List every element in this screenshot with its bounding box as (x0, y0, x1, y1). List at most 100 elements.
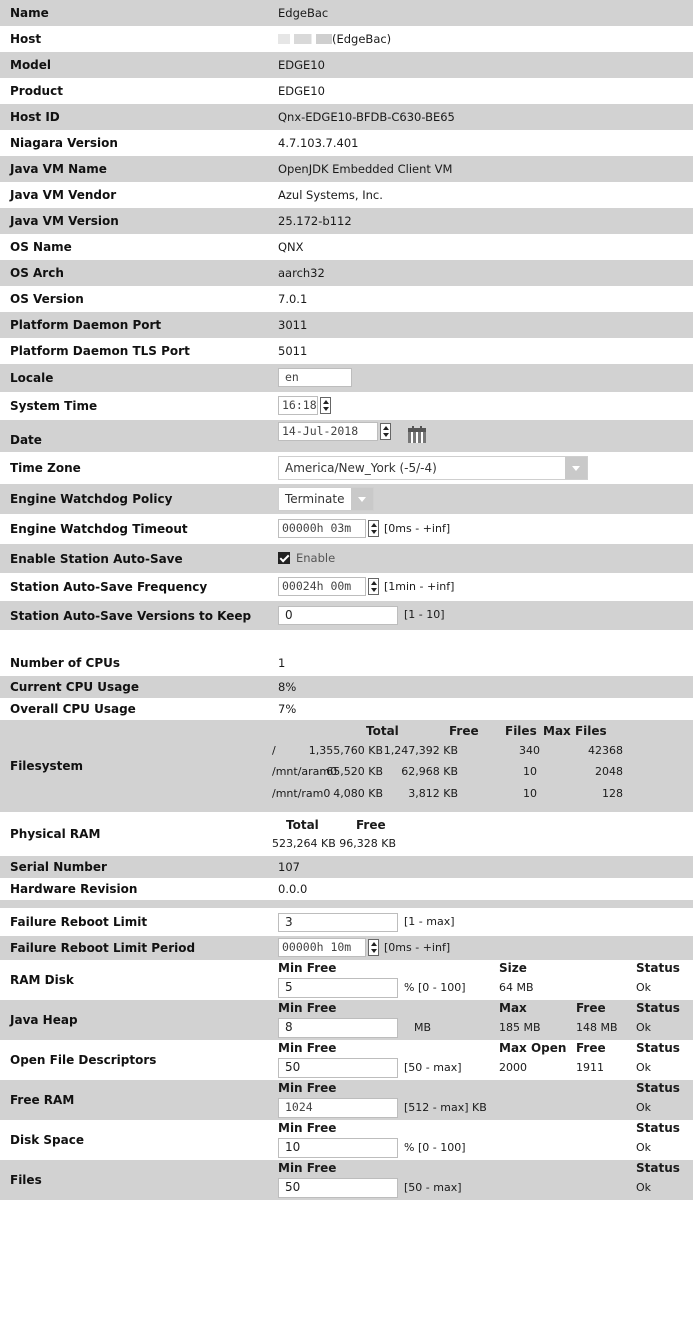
row-value: 107 (278, 860, 300, 874)
java-heap-free: 148 MB (576, 1021, 618, 1034)
enable-checkbox[interactable] (278, 552, 290, 564)
ram-disk-size: 64 MB (499, 981, 534, 994)
row-value: EDGE10 (278, 84, 325, 98)
row-time-zone: Time Zone America/New_York (-5/-4) (0, 452, 693, 484)
unit-hint: MB (414, 1021, 432, 1034)
fs-max: 128 (602, 787, 623, 800)
row-daemon-tls-port: Platform Daemon TLS Port 5011 (0, 338, 693, 364)
min-free-header: Min Free (278, 1041, 337, 1055)
row-label: Free RAM (10, 1093, 75, 1107)
platform-info-table: Name EdgeBac Host (EdgeBac) Model EDGE10… (0, 0, 693, 1200)
row-file-descriptors: Open File Descriptors Min Free 50 [50 - … (0, 1040, 693, 1080)
row-label: Serial Number (10, 860, 107, 874)
row-files: Files Min Free 50 [50 - max] Status Ok (0, 1160, 693, 1200)
unit-hint: % [0 - 100] (404, 1141, 466, 1154)
auto-save-freq-input[interactable]: 00024h 00m (278, 577, 366, 596)
row-value: 7% (278, 702, 297, 716)
row-host: Host (EdgeBac) (0, 26, 693, 52)
row-label: Hardware Revision (10, 882, 138, 896)
fs-header: Total (366, 724, 399, 738)
row-reboot-limit: Failure Reboot Limit 3 [1 - max] (0, 908, 693, 936)
row-label: Java Heap (10, 1013, 78, 1027)
row-host-id: Host ID Qnx-EDGE10-BFDB-C630-BE65 (0, 104, 693, 130)
free-ram-min-free-input[interactable]: 1024 (278, 1098, 398, 1118)
range-hint: [1min - +inf] (384, 580, 455, 593)
row-label: Platform Daemon Port (10, 318, 162, 332)
status-header: Status (636, 1121, 680, 1135)
system-time-input[interactable]: 16:18 (278, 396, 318, 415)
row-label: System Time (10, 399, 98, 413)
row-name: Name EdgeBac (0, 0, 693, 26)
ram-disk-min-free-input[interactable]: 5 (278, 978, 398, 998)
row-cpu-usage: Current CPU Usage 8% (0, 676, 693, 698)
unit-hint: % [0 - 100] (404, 981, 466, 994)
watchdog-timeout-input[interactable]: 00000h 03m (278, 519, 366, 538)
chevron-down-icon (565, 457, 587, 479)
disk-space-min-free-input[interactable]: 10 (278, 1138, 398, 1158)
row-label: Failure Reboot Limit (10, 915, 148, 929)
watchdog-policy-select[interactable]: Terminate (278, 487, 374, 511)
row-value: 5011 (278, 344, 308, 358)
section-divider (0, 900, 693, 908)
ram-values: 523,264 KB 96,328 KB (272, 837, 396, 850)
min-free-header: Min Free (278, 1121, 337, 1135)
row-locale: Locale en (0, 364, 693, 392)
files-status: Ok (636, 1181, 652, 1194)
ram-header-free: Free (356, 818, 386, 832)
row-value: Azul Systems, Inc. (278, 188, 383, 202)
spinner-icon[interactable] (368, 939, 379, 956)
row-label: Engine Watchdog Policy (10, 492, 173, 506)
row-hw-revision: Hardware Revision 0.0.0 (0, 878, 693, 900)
date-input[interactable]: 14-Jul-2018 (278, 422, 378, 441)
row-daemon-port: Platform Daemon Port 3011 (0, 312, 693, 338)
reboot-limit-input[interactable]: 3 (278, 913, 398, 932)
auto-save-versions-input[interactable]: 0 (278, 606, 398, 625)
fs-max: 42368 (588, 744, 623, 757)
fs-header: Files (505, 724, 537, 738)
range-hint: [1 - max] (404, 915, 455, 928)
disk-space-status: Ok (636, 1141, 652, 1154)
free-header: Free (576, 1041, 606, 1055)
time-zone-select[interactable]: America/New_York (-5/-4) (278, 456, 588, 480)
spinner-icon[interactable] (368, 520, 379, 537)
java-heap-min-free-input[interactable]: 8 (278, 1018, 398, 1038)
fs-free: 1,247,392 KB (383, 744, 458, 757)
spinner-icon[interactable] (368, 578, 379, 595)
section-gap (0, 630, 693, 650)
locale-input[interactable]: en (278, 368, 352, 387)
ram-header-total: Total (286, 818, 319, 832)
row-label: Name (10, 6, 49, 20)
fs-header: Free (449, 724, 479, 738)
time-spinner-icon[interactable] (320, 397, 331, 414)
date-spinner-icon[interactable] (380, 423, 391, 440)
watchdog-policy-value: Terminate (285, 492, 345, 506)
row-label: Date (10, 433, 42, 447)
row-label: Enable Station Auto-Save (10, 551, 183, 566)
redacted-ip (278, 34, 332, 44)
row-value: 8% (278, 680, 297, 694)
row-serial: Serial Number 107 (0, 856, 693, 878)
row-jvm-name: Java VM Name OpenJDK Embedded Client VM (0, 156, 693, 182)
row-label: Overall CPU Usage (10, 702, 136, 716)
row-watchdog-policy: Engine Watchdog Policy Terminate (0, 484, 693, 514)
enable-label: Enable (296, 551, 336, 565)
row-label: Platform Daemon TLS Port (10, 344, 190, 358)
fs-path: / (272, 744, 276, 757)
files-min-free-input[interactable]: 50 (278, 1178, 398, 1198)
row-os-name: OS Name QNX (0, 234, 693, 260)
fs-files: 10 (523, 787, 537, 800)
reboot-period-input[interactable]: 00000h 10m (278, 938, 366, 957)
row-label: Disk Space (10, 1133, 84, 1147)
row-label: Java VM Name (10, 162, 107, 176)
file-desc-min-free-input[interactable]: 50 (278, 1058, 398, 1078)
row-label: OS Version (10, 292, 84, 306)
status-header: Status (636, 1001, 680, 1015)
calendar-icon[interactable] (408, 426, 426, 443)
row-system-time: System Time 16:18 (0, 392, 693, 420)
max-header: Max (499, 1001, 527, 1015)
row-label: Time Zone (10, 461, 81, 475)
row-cpus: Number of CPUs 1 (0, 650, 693, 676)
row-label: Host (10, 32, 42, 46)
row-value: 1 (278, 656, 286, 670)
row-free-ram: Free RAM Min Free 1024 [512 - max] KB St… (0, 1080, 693, 1120)
